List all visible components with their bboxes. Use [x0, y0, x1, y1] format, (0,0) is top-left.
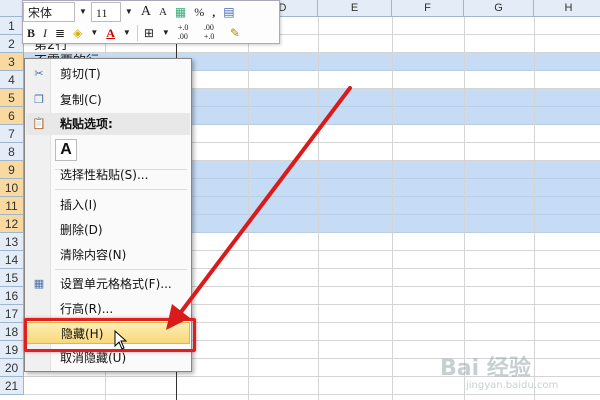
- row-header[interactable]: 7: [0, 125, 24, 143]
- row-header[interactable]: 14: [0, 251, 24, 269]
- percent-button[interactable]: %: [190, 2, 208, 22]
- row-header[interactable]: 18: [0, 323, 24, 341]
- menu-item-label: 删除(D): [60, 223, 103, 237]
- bold-button[interactable]: B: [23, 23, 39, 43]
- watermark: Bai 经验 jingyan.baidu.com: [440, 350, 590, 394]
- menu-item-cut[interactable]: ✂ 剪切(T): [26, 63, 190, 85]
- menu-item-copy[interactable]: ❐ 复制(C): [26, 89, 190, 111]
- fill-color-dropdown-icon[interactable]: ▼: [86, 23, 102, 43]
- menu-item-insert[interactable]: 插入(I): [26, 194, 190, 216]
- mini-toolbar: 宋体 ▼ 11 ▼ A A ▦ % , ▤ B I ≣ ◈ ▼ A ▼ ⊞ ▼ …: [22, 0, 280, 44]
- menu-item-clear-contents[interactable]: 清除内容(N): [26, 244, 190, 266]
- column-header-f[interactable]: F: [392, 0, 464, 17]
- row-header[interactable]: 3: [0, 53, 24, 71]
- row-header[interactable]: 12: [0, 215, 24, 233]
- font-name-dropdown-icon[interactable]: ▼: [75, 2, 91, 22]
- row-header[interactable]: 20: [0, 359, 24, 377]
- align-center-icon[interactable]: ≣: [51, 23, 69, 43]
- column-divider: [392, 17, 393, 400]
- row-header[interactable]: 6: [0, 107, 24, 125]
- column-header-g[interactable]: G: [464, 0, 534, 17]
- format-painter-icon[interactable]: ▦: [171, 2, 190, 22]
- row-header[interactable]: 19: [0, 341, 24, 359]
- font-size-box[interactable]: 11: [90, 2, 121, 22]
- decrease-decimal-button[interactable]: .00 +.0: [200, 23, 226, 43]
- font-color-button[interactable]: A: [102, 23, 119, 43]
- row-header[interactable]: 1: [0, 17, 24, 35]
- border-dropdown-icon[interactable]: ▼: [158, 23, 174, 43]
- annotation-highlight-box: [24, 318, 196, 352]
- menu-item-label: 行高(R)...: [60, 302, 114, 316]
- border-icon[interactable]: ⊞: [140, 23, 158, 43]
- row-header[interactable]: 21: [0, 377, 24, 395]
- comma-button[interactable]: ,: [208, 2, 219, 22]
- scissors-icon: ✂: [34, 67, 44, 80]
- shrink-font-button[interactable]: A: [155, 2, 171, 22]
- row-header[interactable]: 15: [0, 269, 24, 287]
- clipboard-icon: 📋: [32, 117, 46, 130]
- menu-item-delete[interactable]: 删除(D): [26, 219, 190, 241]
- table-format-icon[interactable]: ▤: [219, 2, 238, 22]
- row-header[interactable]: 8: [0, 143, 24, 161]
- menu-item-row-height[interactable]: 行高(R)...: [26, 298, 190, 320]
- row-header[interactable]: 16: [0, 287, 24, 305]
- row-header[interactable]: 13: [0, 233, 24, 251]
- menu-item-label: 粘贴选项:: [60, 117, 113, 131]
- column-header-e[interactable]: E: [318, 0, 392, 17]
- row-header[interactable]: 2: [0, 35, 24, 53]
- copy-icon: ❐: [34, 93, 44, 106]
- column-divider: [248, 17, 249, 400]
- fill-color-icon[interactable]: ◈: [69, 23, 86, 43]
- italic-button[interactable]: I: [39, 23, 51, 43]
- font-name-box[interactable]: 宋体: [23, 2, 75, 22]
- paste-values-button[interactable]: A: [55, 139, 77, 161]
- font-color-dropdown-icon[interactable]: ▼: [119, 23, 135, 43]
- row-header[interactable]: 4: [0, 71, 24, 89]
- row-header[interactable]: 11: [0, 197, 24, 215]
- menu-item-label: 选择性粘贴(S)...: [60, 168, 149, 182]
- menu-item-label: 设置单元格格式(F)...: [60, 277, 172, 291]
- menu-separator: [55, 189, 187, 190]
- menu-item-label: 取消隐藏(U): [60, 351, 127, 365]
- format-cells-icon: ▦: [33, 277, 45, 290]
- menu-item-paste-special[interactable]: 选择性粘贴(S)...: [26, 164, 190, 186]
- menu-item-format-cells[interactable]: ▦ 设置单元格格式(F)...: [26, 273, 190, 295]
- row-header[interactable]: 5: [0, 89, 24, 107]
- menu-item-label: 剪切(T): [60, 67, 101, 81]
- column-divider: [318, 17, 319, 400]
- row-header[interactable]: 9: [0, 161, 24, 179]
- grow-font-button[interactable]: A: [137, 2, 155, 22]
- watermark-subtext: jingyan.baidu.com: [466, 380, 559, 391]
- column-divider: [534, 17, 535, 400]
- menu-item-label: 清除内容(N): [60, 248, 127, 262]
- menu-item-label: 复制(C): [60, 93, 102, 107]
- menu-item-label: 插入(I): [60, 198, 97, 212]
- format-painter-brush-icon[interactable]: ✎: [226, 23, 244, 43]
- row-header[interactable]: 17: [0, 305, 24, 323]
- toolbar-divider: [136, 25, 138, 41]
- increase-decimal-button[interactable]: +.0 .00: [174, 23, 200, 43]
- menu-separator: [55, 269, 187, 270]
- column-divider: [464, 17, 465, 400]
- menu-header-paste-options: 📋 粘贴选项:: [26, 113, 190, 135]
- column-header-h[interactable]: H: [534, 0, 600, 17]
- font-size-dropdown-icon[interactable]: ▼: [121, 2, 137, 22]
- mouse-cursor-icon: [114, 330, 128, 350]
- row-header[interactable]: 10: [0, 179, 24, 197]
- watermark-text: Bai 经验: [440, 356, 531, 381]
